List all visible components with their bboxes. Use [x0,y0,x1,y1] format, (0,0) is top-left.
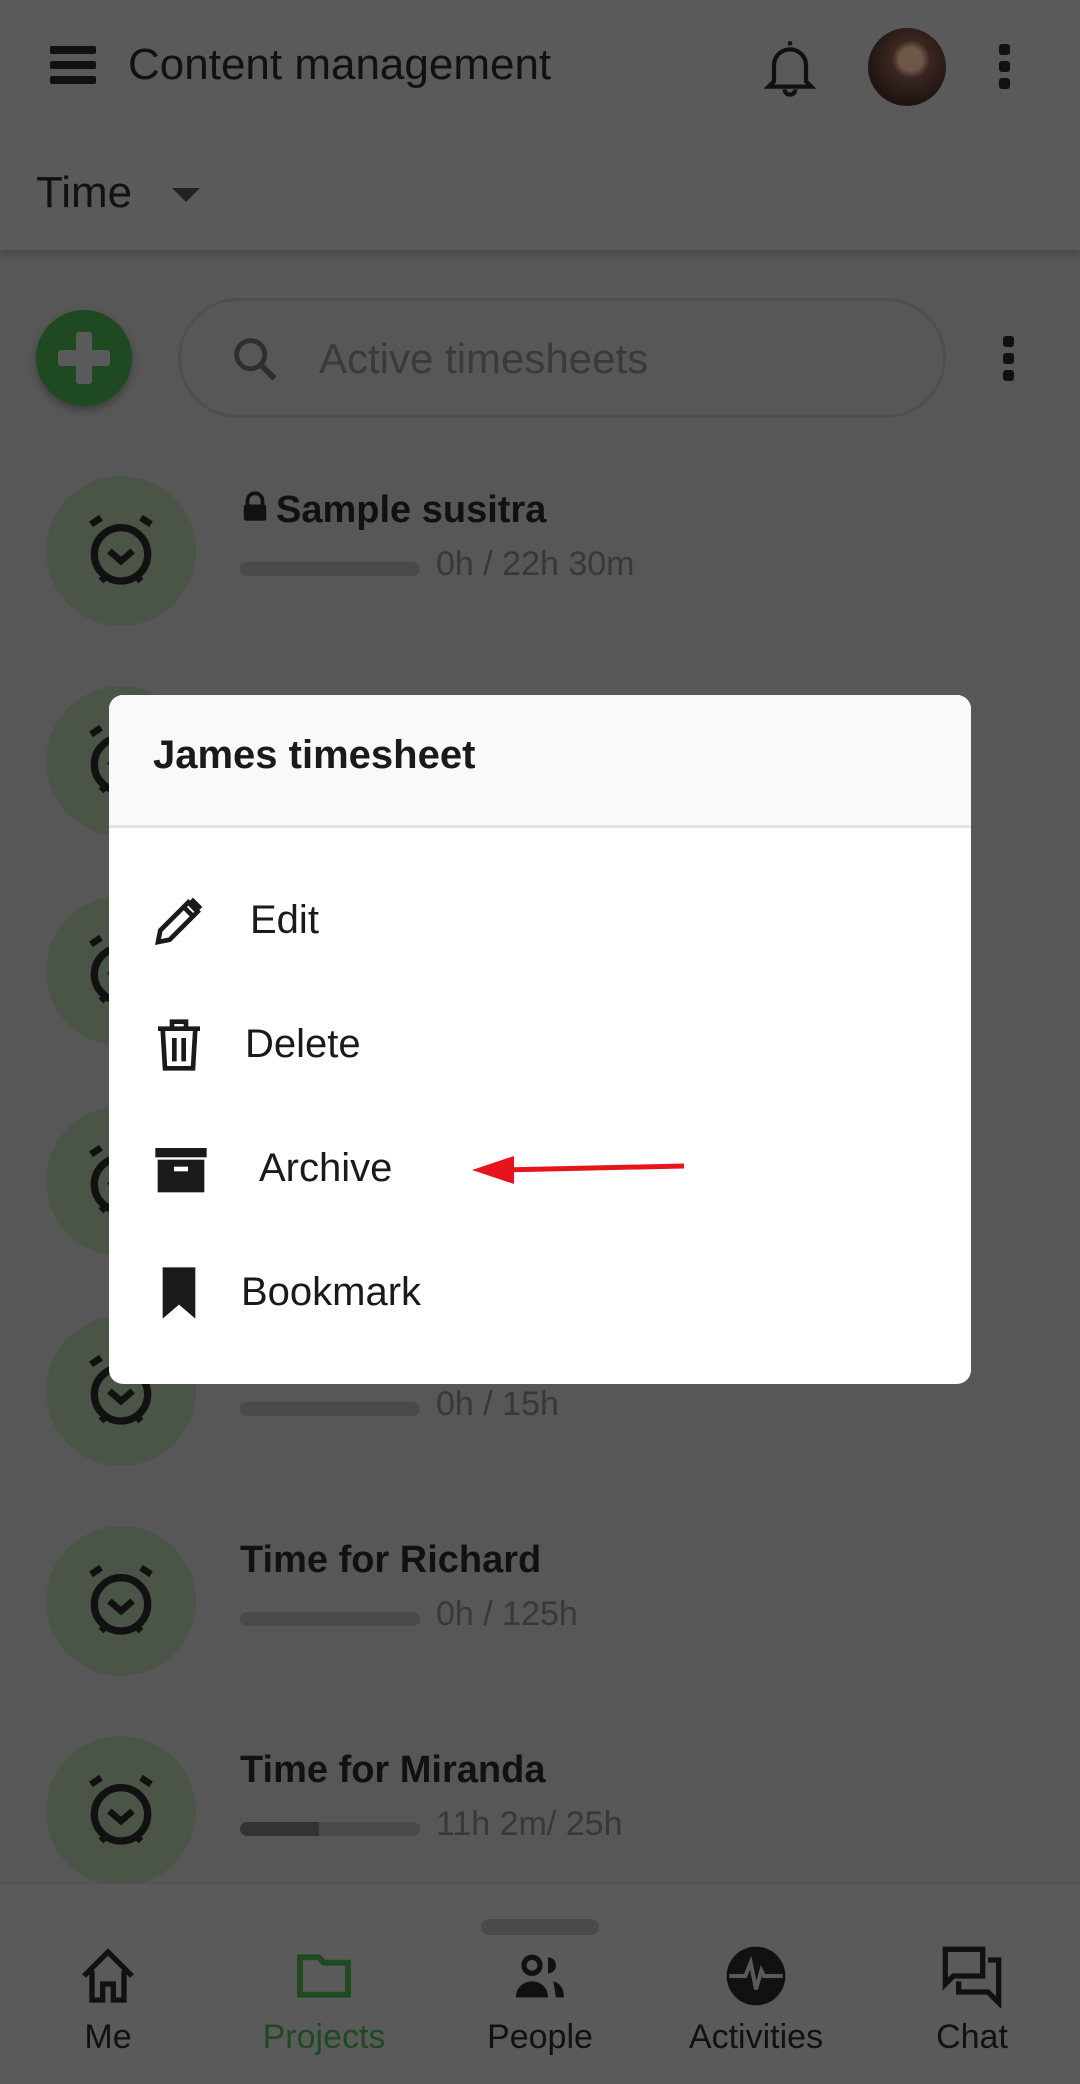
progress-bar [240,562,420,576]
menu-item-label: Archive [259,1146,393,1190]
user-avatar[interactable] [868,28,946,106]
progress-text: 0h / 15h [436,1385,559,1423]
alarm-clock-icon [89,514,153,585]
nav-chat[interactable]: Chat [864,1944,1080,2057]
pencil-icon [155,897,203,945]
timesheet-title: Sample susitra [240,489,546,532]
menu-item-label: Edit [250,898,319,942]
nav-label: Chat [936,2018,1008,2056]
alarm-clock-icon [89,1564,153,1635]
progress-fill [240,1822,320,1836]
app-title: Content management [128,40,552,89]
caret-down-icon[interactable] [172,188,200,202]
more-options-icon[interactable] [999,44,1011,95]
timesheet-avatar [46,1736,196,1886]
nav-label: Activities [688,2018,824,2056]
progress-text: 11h 2m/ 25h [436,1805,623,1843]
archive-box-icon [155,1148,207,1193]
activity-pulse-icon [726,1946,786,2006]
people-icon [516,1954,564,1998]
folder-icon [297,1954,351,1998]
menu-item-label: Bookmark [241,1270,422,1314]
nav-activities[interactable]: Activities [648,1944,864,2057]
search-placeholder: Active timesheets [319,335,649,382]
menu-item-edit[interactable]: Edit [109,865,971,975]
progress-text: 0h / 125h [436,1595,578,1633]
menu-item-bookmark[interactable]: Bookmark [109,1237,971,1347]
search-icon [234,338,277,381]
nav-me[interactable]: Me [0,1944,216,2057]
add-timesheet-button[interactable] [36,310,132,406]
nav-people[interactable]: People [432,1944,648,2057]
progress-bar [240,1822,420,1836]
search-input[interactable]: Active timesheets [178,298,946,418]
lock-icon [243,491,267,521]
progress-text: 0h / 22h 30m [436,545,635,583]
timesheet-avatar [46,1526,196,1676]
chat-icon [942,1946,1002,2008]
section-dropdown[interactable]: Time [36,168,132,218]
app-header: Content management Time [0,0,1080,250]
menu-item-delete[interactable]: Delete [109,989,971,1099]
timesheet-avatar [46,476,196,626]
progress-bar [240,1402,420,1416]
menu-item-archive[interactable]: Archive [109,1113,971,1223]
dialog-title: James timesheet [109,695,971,828]
drag-handle[interactable] [481,1919,599,1935]
bookmark-icon [162,1267,196,1319]
bell-icon[interactable] [758,36,822,100]
timesheet-title: Time for Richard [240,1539,542,1581]
progress-bar [240,1612,420,1626]
menu-item-label: Delete [245,1022,361,1066]
trash-icon [158,1019,200,1071]
nav-projects[interactable]: Projects [216,1944,432,2057]
hamburger-menu-icon[interactable] [50,46,96,86]
nav-label: Projects [262,2018,386,2056]
alarm-clock-icon [89,1774,153,1845]
timesheet-title: Time for Miranda [240,1749,546,1791]
timesheet-actions-dialog: James timesheet Edit Delete Archive Book… [109,695,971,1384]
nav-label: People [487,2018,593,2056]
bottom-navigation: Me Projects People Activities Chat [0,1883,1080,2084]
nav-label: Me [84,2018,132,2056]
list-options-icon[interactable] [1003,336,1015,387]
home-icon [82,1948,134,2003]
